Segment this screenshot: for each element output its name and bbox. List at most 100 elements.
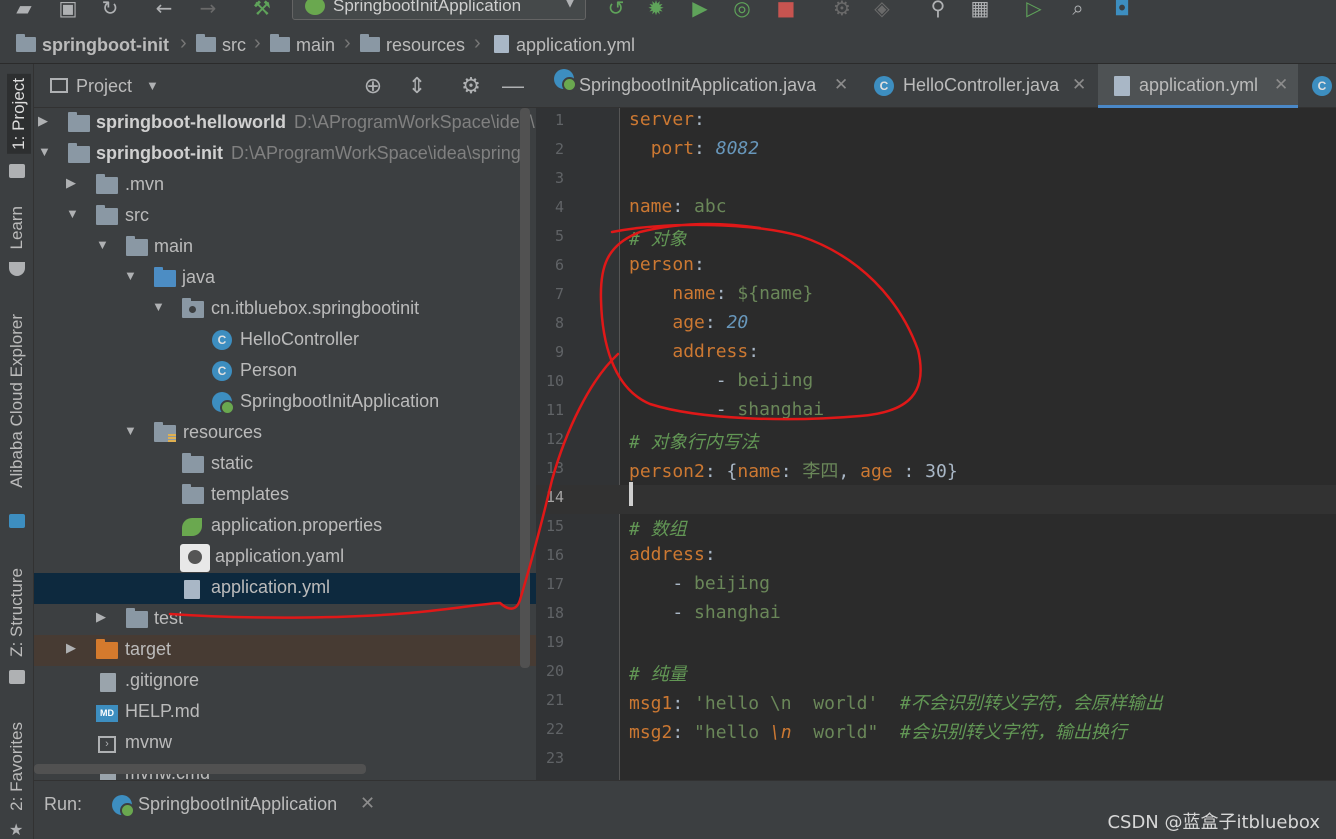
hide-panel-icon[interactable]: — [500, 73, 526, 99]
module-folder-icon [68, 112, 90, 132]
code-line: 7 name: ${name} [536, 282, 1336, 311]
tab-hellocontroller-java[interactable]: C HelloController.java ✕ [860, 64, 1096, 108]
chevron-right-icon[interactable]: ▶ [96, 609, 106, 625]
chevron-down-icon[interactable]: ▼ [38, 144, 51, 159]
file-icon [184, 580, 200, 599]
chevron-down-icon[interactable]: ▼ [124, 268, 137, 283]
chevron-right-icon[interactable]: ▶ [66, 175, 76, 191]
run-tab-springbootinitapplication[interactable]: SpringbootInitApplication ✕ [94, 781, 384, 827]
chevron-down-icon[interactable]: ▼ [146, 78, 159, 93]
line-number: 21 [545, 691, 564, 709]
code-editor[interactable]: 1 server: 2 port: 8082 3 4 name: abc 5 #… [536, 108, 1336, 780]
tab-overflow[interactable]: C [1302, 64, 1336, 108]
project-panel-title[interactable]: Project [76, 76, 132, 97]
folder-icon [96, 174, 118, 194]
tree-vertical-scrollbar[interactable] [520, 108, 530, 668]
close-icon[interactable]: ✕ [1274, 75, 1288, 95]
tab-application-yml[interactable]: application.yml ✕ [1098, 64, 1298, 108]
open-folder-icon[interactable]: ▰ [12, 0, 36, 18]
run-coverage-icon[interactable]: ▶ [688, 0, 712, 18]
stop-icon[interactable]: ■ [774, 0, 798, 18]
tab-springbootinitapplication-java[interactable]: SpringbootInitApplication.java ✕ [536, 64, 856, 108]
tree-item-application-yaml[interactable]: application.yaml [34, 542, 536, 573]
tree-item-mvnw[interactable]: › mvnw [34, 728, 536, 759]
tree-horizontal-scrollbar[interactable] [34, 764, 366, 774]
tree-item-package[interactable]: ▼ cn.itbluebox.springbootinit [34, 294, 536, 325]
tree-item-springbootinitapplication[interactable]: SpringbootInitApplication [34, 387, 536, 418]
tree-item-springboot-init[interactable]: ▼ springboot-init D:\AProgramWorkSpace\id… [34, 139, 536, 170]
locate-file-icon[interactable]: ⊕ [360, 73, 386, 99]
chevron-down-icon[interactable]: ▼ [152, 299, 165, 314]
gear-icon[interactable]: ⚙ [458, 73, 484, 99]
tree-item-resources[interactable]: ▼ resources [34, 418, 536, 449]
tab-favorites[interactable]: 2: Favorites [7, 722, 27, 811]
tab-label: application.yml [1139, 75, 1259, 95]
tree-item-static[interactable]: static [34, 449, 536, 480]
tab-learn[interactable]: Learn [7, 206, 27, 249]
build-hammer-icon[interactable]: ⚒ [250, 0, 274, 18]
tree-item-templates[interactable]: templates [34, 480, 536, 511]
tree-item-person[interactable]: C Person [34, 356, 536, 387]
chevron-down-icon[interactable]: ▼ [124, 423, 137, 438]
tree-item-springboot-helloworld[interactable]: ▶ springboot-helloworld D:\AProgramWorkSp… [34, 108, 536, 139]
close-icon[interactable]: ✕ [834, 75, 848, 95]
close-icon[interactable]: ✕ [360, 793, 375, 814]
run-anything-icon[interactable]: ▷ [1022, 0, 1046, 18]
tree-item-src[interactable]: ▼ src [34, 201, 536, 232]
tree-item-java[interactable]: ▼ java [34, 263, 536, 294]
chevron-down-icon[interactable]: ▼ [66, 206, 79, 221]
main-toolbar: ▰ ▣ ↻ ← → ⚒ SpringbootInitApplication ▼ … [0, 0, 1336, 28]
search-icon[interactable]: ⌕ [1066, 0, 1090, 18]
breadcrumb-item-file[interactable]: application.yml [494, 35, 635, 56]
code-line: 6 person: [536, 253, 1336, 282]
tasks-icon[interactable]: ◈ [870, 0, 894, 18]
breadcrumb-item-main[interactable]: main [270, 34, 335, 56]
debug-icon[interactable]: ✹ [644, 0, 668, 18]
tree-item-application-properties[interactable]: application.properties [34, 511, 536, 542]
tab-alibaba-cloud-explorer[interactable]: Alibaba Cloud Explorer [7, 314, 27, 488]
rerun-icon[interactable]: ↺ [604, 0, 628, 18]
tree-item-mvn[interactable]: ▶ .mvn [34, 170, 536, 201]
csdn-watermark: CSDN @蓝盒子itbluebox [1107, 812, 1320, 833]
run-configuration-select[interactable]: SpringbootInitApplication ▼ [292, 0, 586, 20]
code-line: 23 [536, 746, 1336, 775]
breadcrumb-item-src[interactable]: src [196, 34, 246, 56]
structure-icon [9, 670, 25, 684]
forward-icon[interactable]: → [196, 0, 220, 18]
line-number: 22 [545, 720, 564, 738]
save-icon[interactable]: ▣ [56, 0, 80, 18]
tree-item-help-md[interactable]: MD HELP.md [34, 697, 536, 728]
sync-icon[interactable]: ↻ [98, 0, 122, 18]
tree-item-label: static [211, 453, 254, 473]
tree-item-application-yml[interactable]: application.yml [34, 573, 536, 604]
chevron-right-icon[interactable]: ▶ [66, 640, 76, 656]
alibaba-cloud-icon[interactable]: ◘ [1110, 0, 1134, 18]
line-number: 6 [554, 256, 564, 274]
collapse-all-icon[interactable]: ⇕ [404, 73, 430, 99]
tree-item-test[interactable]: ▶ test [34, 604, 536, 635]
chevron-right-icon[interactable]: ▶ [38, 113, 48, 129]
attach-debugger-icon[interactable]: ⚙ [830, 0, 854, 18]
settings-wrench-icon[interactable]: ⚲ [926, 0, 950, 18]
tree-item-label: templates [211, 484, 290, 504]
rebel-logo-icon [180, 544, 210, 572]
tree-item-gitignore[interactable]: .gitignore [34, 666, 536, 697]
breadcrumb-item-project[interactable]: springboot-init [16, 34, 169, 56]
tree-item-main[interactable]: ▼ main [34, 232, 536, 263]
editor-tab-bar: SpringbootInitApplication.java ✕ C Hello… [536, 64, 1336, 108]
file-icon [1114, 76, 1130, 96]
profile-icon[interactable]: ◎ [730, 0, 754, 18]
tab-project[interactable]: 1: Project [7, 74, 31, 154]
line-number: 23 [545, 749, 564, 767]
close-icon[interactable]: ✕ [1072, 75, 1086, 95]
tab-label: HelloController.java [903, 75, 1060, 95]
back-icon[interactable]: ← [152, 0, 176, 18]
left-tool-stripe: 1: Project Learn Alibaba Cloud Explorer … [0, 64, 34, 839]
code-line: 15 # 数组 [536, 514, 1336, 543]
tab-structure[interactable]: Z: Structure [7, 568, 27, 657]
tree-item-target[interactable]: ▶ target [34, 635, 536, 666]
project-structure-icon[interactable]: ▦ [968, 0, 992, 18]
chevron-down-icon[interactable]: ▼ [96, 237, 109, 252]
breadcrumb-item-resources[interactable]: resources [360, 34, 465, 56]
tree-item-hellocontroller[interactable]: C HelloController [34, 325, 536, 356]
